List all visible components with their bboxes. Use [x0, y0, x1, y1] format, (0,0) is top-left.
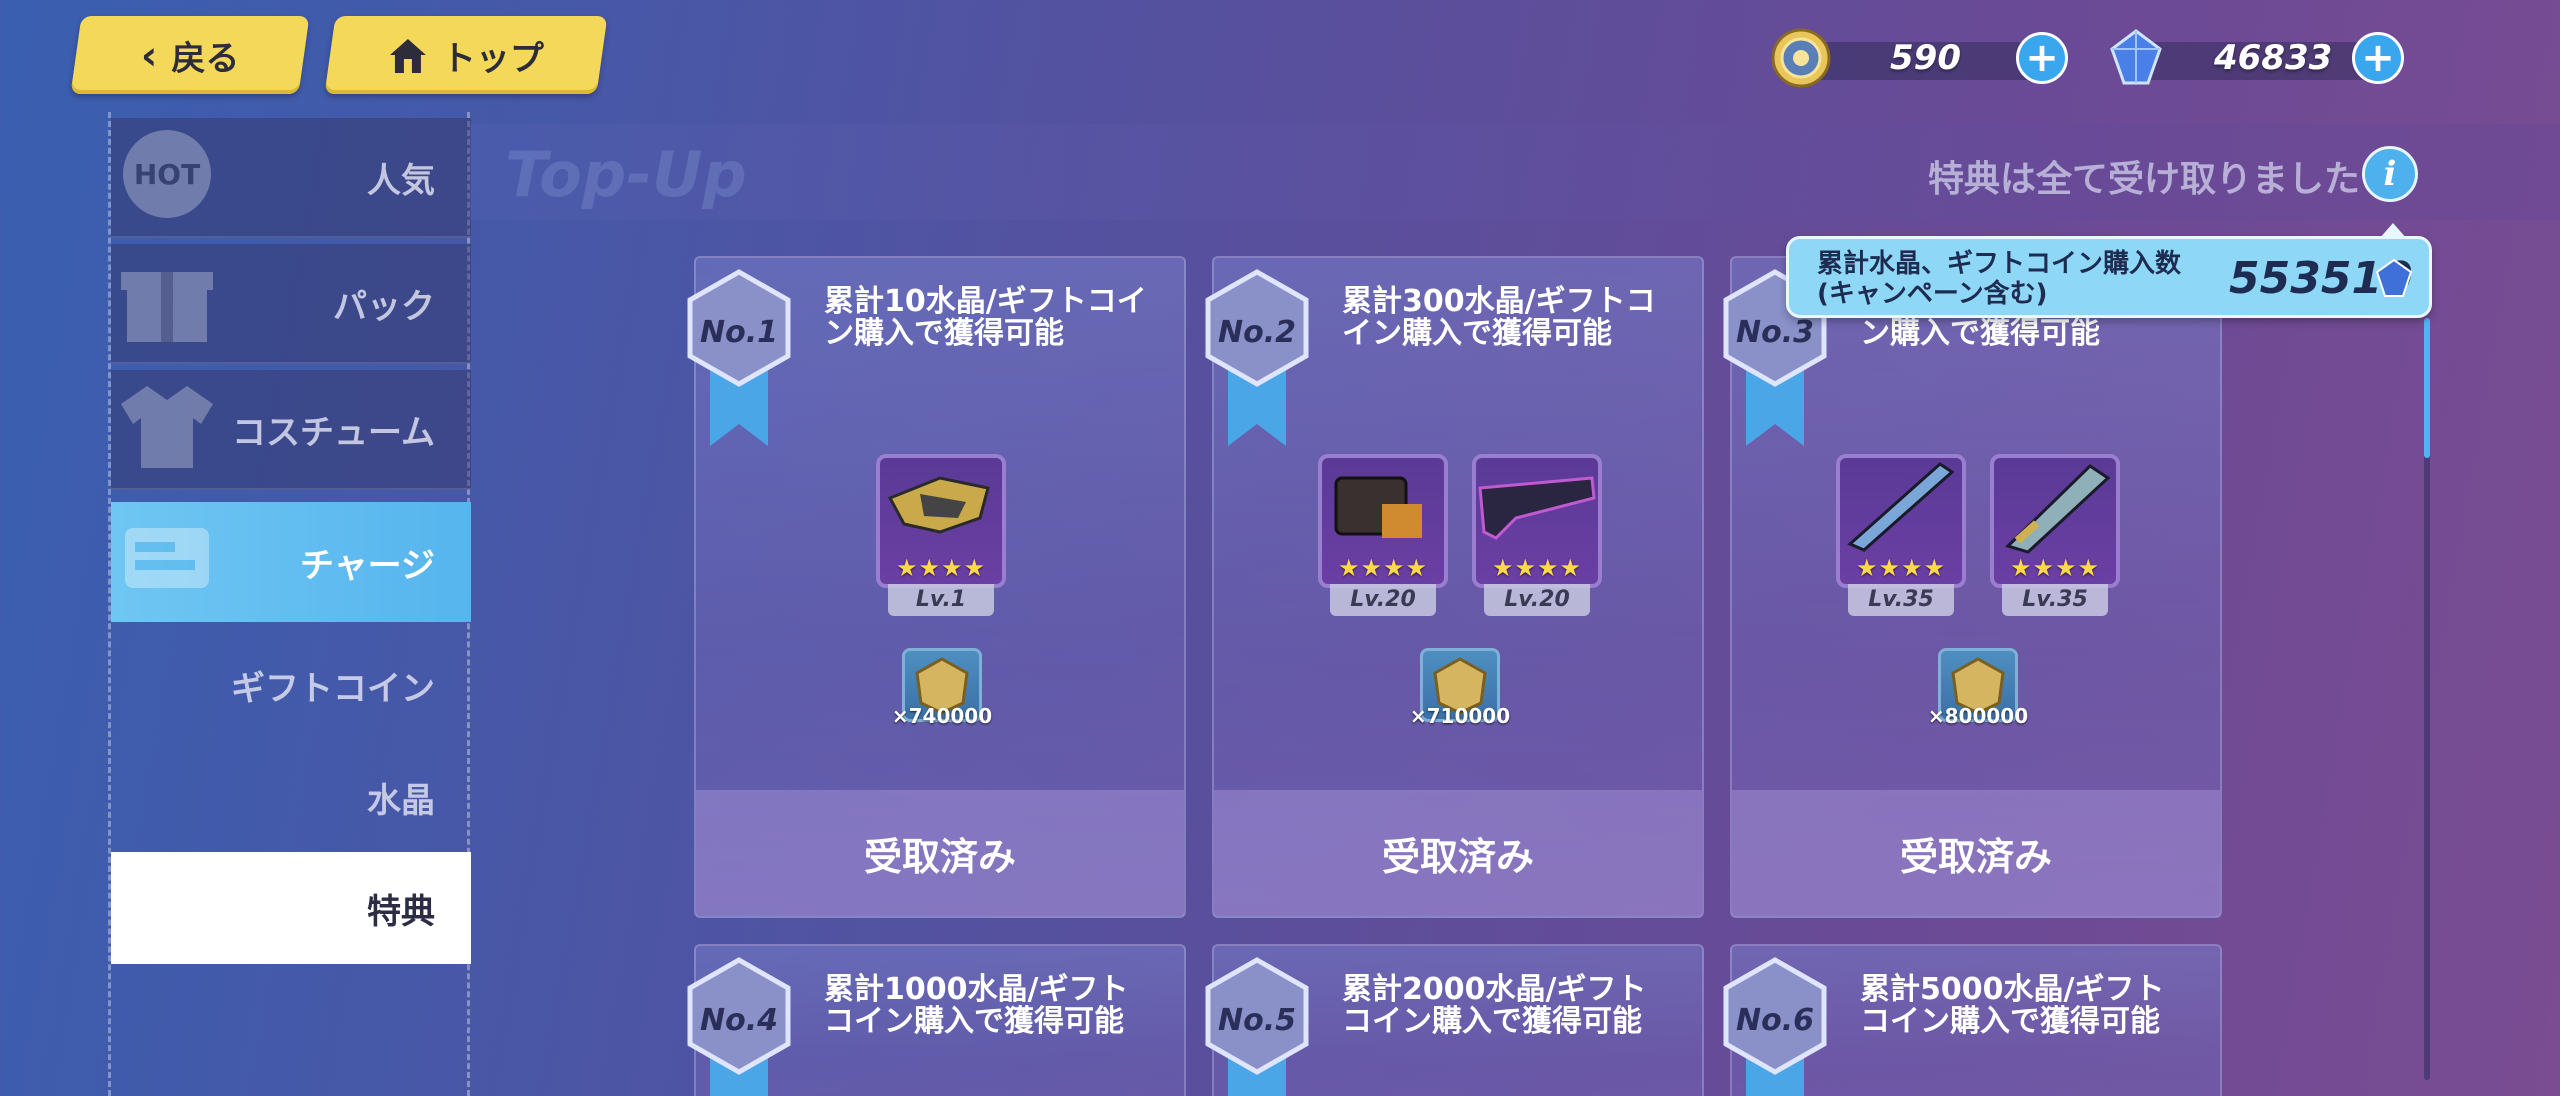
reward-card-1: No.1 累計10水晶/ギフトコイン購入で獲得可能 ★★★★ Lv.1 ×740…	[687, 256, 1186, 918]
coin-reward[interactable]: ×740000	[892, 648, 992, 734]
sidebar-item-label: ギフトコイン	[231, 668, 435, 709]
chevron-left-icon: ‹	[140, 32, 158, 78]
item-level: Lv.20	[1330, 584, 1436, 616]
purchase-total-tooltip: 累計水晶、ギフトコイン購入数 (キャンペーン含む) 553510	[1786, 223, 2432, 318]
gift-coin-icon	[1771, 28, 1831, 88]
gauntlet-icon	[887, 476, 990, 534]
coin-balance: 590 +	[1770, 22, 2068, 94]
coin-balance-value: 590	[1890, 38, 1961, 78]
crystal-balance: 46833 +	[2106, 22, 2404, 94]
coin-quantity: ×740000	[891, 704, 993, 728]
all-claimed-note: 特典は全て受け取りました	[1927, 159, 2360, 200]
sidebar-item-pack[interactable]: パック	[111, 244, 471, 364]
info-button[interactable]: i	[2362, 146, 2418, 202]
card-title: 累計1000水晶/ギフトコイン購入で獲得可能	[824, 972, 1129, 1039]
card-title: 累計300水晶/ギフトコイン購入で獲得可能	[1342, 284, 1656, 351]
claimed-status: 受取済み	[696, 790, 1184, 916]
coin-quantity: ×800000	[1927, 704, 2029, 728]
item-stars: ★★★★	[1337, 554, 1429, 582]
back-button[interactable]: ‹ 戻る	[70, 16, 310, 94]
sidebar-item-label: 人気	[367, 160, 435, 201]
reward-item[interactable]: ★★★★ Lv.1	[876, 454, 1006, 620]
item-stars: ★★★★	[2009, 554, 2101, 582]
sidebar-item-label: チャージ	[300, 545, 435, 586]
crystal-icon	[2110, 29, 2162, 85]
coin-reward[interactable]: ×710000	[1410, 648, 1510, 734]
charge-icon	[125, 528, 209, 588]
item-level: Lv.35	[1848, 584, 1954, 616]
coin-quantity: ×710000	[1409, 704, 1511, 728]
gift-icon	[121, 272, 213, 342]
sidebar-item-bonus[interactable]: 特典	[111, 852, 471, 964]
tooltip-label-line1: 累計水晶、ギフトコイン購入数	[1817, 249, 2182, 279]
blade-icon	[1847, 462, 1955, 552]
sword-icon	[2005, 464, 2111, 554]
svg-text:HOT: HOT	[134, 158, 200, 191]
sidebar-item-label: 水晶	[367, 780, 435, 821]
sidebar-item-costume[interactable]: コスチューム	[111, 370, 471, 490]
reward-item[interactable]: ★★★★ Lv.20	[1318, 454, 1448, 620]
item-level: Lv.35	[2002, 584, 2108, 616]
sidebar-item-label: コスチューム	[232, 412, 435, 453]
sidebar: HOT 人気 パック コスチューム チャージ ギフトコイン 水晶 特典	[108, 112, 471, 1096]
item-level: Lv.1	[888, 584, 994, 616]
home-button-label: トップ	[442, 38, 544, 79]
item-stars: ★★★★	[1491, 554, 1583, 582]
scrollbar-thumb[interactable]	[2424, 318, 2430, 458]
hot-icon: HOT	[123, 130, 211, 218]
home-icon	[390, 38, 426, 72]
reward-card-2: No.2 累計300水晶/ギフトコイン購入で獲得可能 ★★★★ Lv.20 ★★…	[1205, 256, 1704, 918]
costume-icon	[121, 386, 213, 468]
tooltip-label-line2: (キャンペーン含む)	[1817, 279, 2048, 309]
reward-card-5: No.5 累計2000水晶/ギフトコイン購入で獲得可能	[1205, 944, 1704, 1096]
card-title: ン購入で獲得可能	[1860, 316, 2100, 351]
rank-badge: No.2	[1205, 269, 1309, 446]
item-level: Lv.20	[1484, 584, 1590, 616]
sidebar-item-label: パック	[333, 286, 435, 327]
reward-item[interactable]: ★★★★ Lv.35	[1836, 454, 1966, 620]
item-stars: ★★★★	[1855, 554, 1947, 582]
add-coins-button[interactable]: +	[2016, 32, 2068, 84]
sidebar-item-popular[interactable]: HOT 人気	[111, 118, 471, 238]
reward-card-3: No.3 ン購入で獲得可能 ★★★★ Lv.35 ★★★★ Lv.35 ×800…	[1723, 256, 2222, 918]
reward-item[interactable]: ★★★★ Lv.20	[1472, 454, 1602, 620]
rank-number: No.1	[700, 315, 778, 350]
rank-number: No.2	[1218, 315, 1296, 350]
crystal-icon	[2375, 258, 2413, 297]
rank-badge: No.4	[687, 957, 791, 1096]
rank-badge: No.6	[1723, 957, 1827, 1096]
card-title: 累計10水晶/ギフトコイン購入で獲得可能	[824, 284, 1147, 351]
reward-card-6: No.6 累計5000水晶/ギフトコイン購入で獲得可能	[1723, 944, 2222, 1096]
sidebar-item-crystal[interactable]: 水晶	[111, 742, 471, 852]
home-button[interactable]: トップ	[324, 16, 608, 94]
rank-number: No.3	[1736, 315, 1814, 350]
card-title: 累計5000水晶/ギフトコイン購入で獲得可能	[1860, 972, 2165, 1039]
section-watermark: Top-Up	[505, 138, 747, 211]
add-crystals-button[interactable]: +	[2352, 32, 2404, 84]
crystal-balance-value: 46833	[2214, 38, 2333, 78]
rank-badge: No.5	[1205, 957, 1309, 1096]
reward-item[interactable]: ★★★★ Lv.35	[1990, 454, 2120, 620]
back-button-label: 戻る	[171, 38, 240, 79]
tooltip-label: 累計水晶、ギフトコイン購入数 (キャンペーン含む)	[1817, 249, 2227, 309]
claimed-status: 受取済み	[1732, 790, 2220, 916]
reward-card-4: No.4 累計1000水晶/ギフトコイン購入で獲得可能	[687, 944, 1186, 1096]
claimed-status: 受取済み	[1214, 790, 1702, 916]
item-stars: ★★★★	[895, 554, 987, 582]
rank-number: No.5	[1218, 1003, 1296, 1038]
rank-number: No.6	[1736, 1003, 1814, 1038]
coin-reward[interactable]: ×800000	[1928, 648, 2028, 734]
cannon-icon	[1334, 476, 1422, 538]
rank-number: No.4	[700, 1003, 778, 1038]
rifle-icon	[1478, 476, 1596, 540]
rank-badge: No.1	[687, 269, 791, 446]
sidebar-item-label: 特典	[367, 891, 435, 932]
card-title: 累計2000水晶/ギフトコイン購入で獲得可能	[1342, 972, 1647, 1039]
sidebar-item-gift-coin[interactable]: ギフトコイン	[111, 630, 471, 740]
sidebar-item-charge[interactable]: チャージ	[111, 502, 471, 622]
